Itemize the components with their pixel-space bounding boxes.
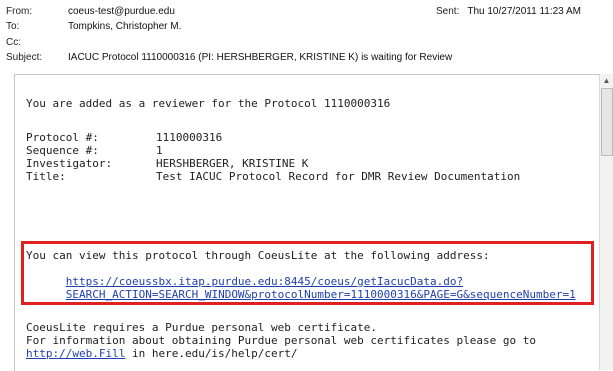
subject-value: IACUC Protocol 1110000316 (PI: HERSHBERG… bbox=[68, 52, 453, 63]
to-value[interactable]: Tompkins, Christopher M. bbox=[68, 20, 181, 34]
email-header: From: coeus-test@purdue.edu To: Tompkins… bbox=[0, 0, 613, 68]
scroll-up-arrow-icon[interactable]: ▲ bbox=[602, 76, 611, 85]
sequence-number-value: 1 bbox=[156, 144, 163, 157]
sent-label: Sent: bbox=[436, 6, 460, 17]
cert-link-tail: in here.edu/is/help/cert/ bbox=[125, 347, 298, 360]
sent-value: Thu 10/27/2011 11:23 AM bbox=[467, 6, 581, 17]
message-body: You are added as a reviewer for the Prot… bbox=[14, 74, 600, 371]
cert-link[interactable]: http://web.Fill bbox=[26, 347, 125, 360]
from-value[interactable]: coeus-test@purdue.edu bbox=[68, 5, 175, 19]
sent-row: Sent: Thu 10/27/2011 11:23 AM bbox=[436, 5, 581, 19]
cert-info-text: For information about obtaining Purdue p… bbox=[26, 334, 536, 347]
cert-requirement-text: CoeusLite requires a Purdue personal web… bbox=[26, 321, 377, 334]
cert-link-row: http://web.Fill in here.edu/is/help/cert… bbox=[26, 347, 298, 360]
cc-label: Cc: bbox=[6, 37, 21, 48]
investigator-label: Investigator: bbox=[26, 157, 113, 170]
investigator-value: HERSHBERGER, KRISTINE K bbox=[156, 157, 309, 170]
sequence-number-label: Sequence #: bbox=[26, 144, 99, 157]
vertical-scrollbar[interactable]: ▲ bbox=[599, 74, 613, 370]
protocol-number-value: 1110000316 bbox=[156, 131, 223, 144]
intro-text: You are added as a reviewer for the Prot… bbox=[26, 97, 391, 110]
title-value: Test IACUC Protocol Record for DMR Revie… bbox=[156, 170, 521, 183]
protocol-number-label: Protocol #: bbox=[26, 131, 99, 144]
to-label: To: bbox=[6, 21, 20, 32]
from-label: From: bbox=[6, 6, 33, 17]
scroll-thumb[interactable] bbox=[601, 88, 613, 156]
link-highlight-box bbox=[21, 241, 594, 305]
subject-label: Subject: bbox=[6, 52, 43, 63]
message-body-frame: You are added as a reviewer for the Prot… bbox=[0, 68, 613, 371]
title-label: Title: bbox=[26, 170, 66, 183]
